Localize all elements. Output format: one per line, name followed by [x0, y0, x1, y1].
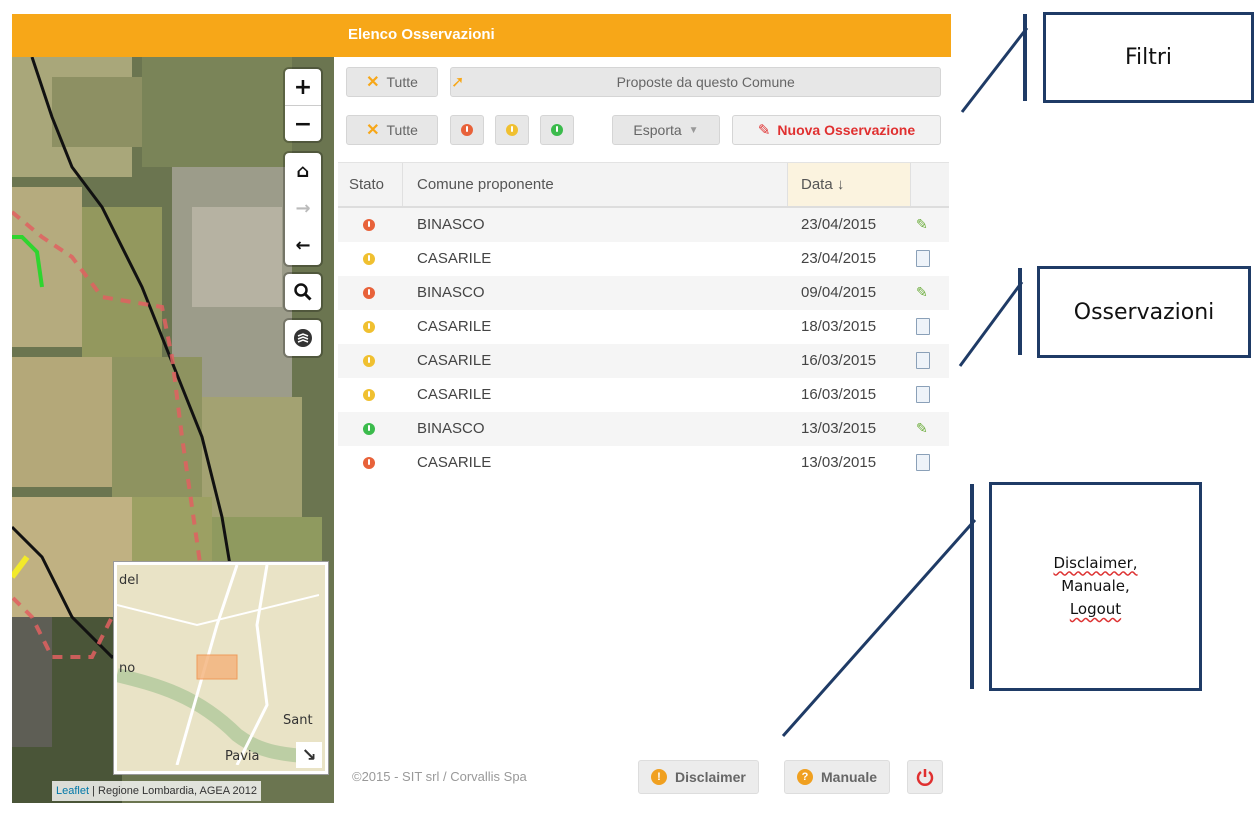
annotation-footer-line: Logout — [1069, 600, 1122, 619]
annotation-footer-line: Disclaimer, — [1053, 553, 1138, 572]
annotation-filtri-text: Filtri — [1124, 45, 1173, 70]
annotation-lines — [781, 27, 1029, 737]
annotation-osservazioni: Osservazioni — [1037, 266, 1251, 358]
annotation-bar — [970, 484, 974, 689]
annotation-footer-line: Manuale, — [1061, 576, 1130, 595]
annotation-footer: Disclaimer, Manuale, Logout — [989, 482, 1202, 691]
annotation-bar — [1023, 14, 1027, 101]
annotation-filtri: Filtri — [1043, 12, 1254, 103]
annotation-osservazioni-text: Osservazioni — [1073, 299, 1215, 325]
annotation-bar — [1018, 268, 1022, 355]
